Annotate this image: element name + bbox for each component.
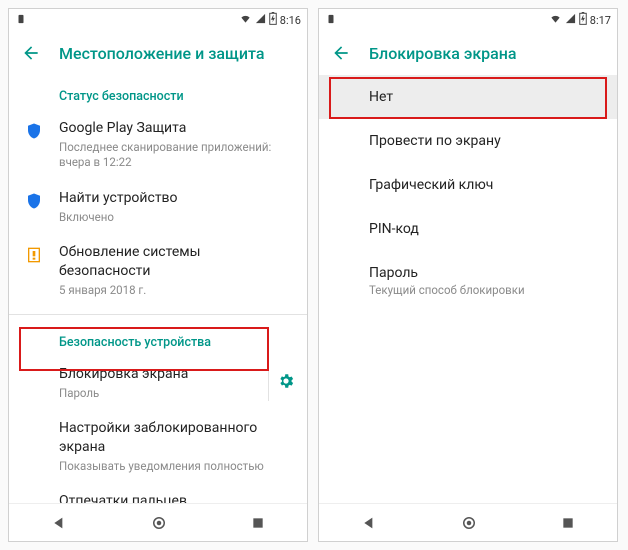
battery-icon	[579, 12, 587, 28]
warning-icon	[26, 245, 42, 269]
clock-text: 8:17	[590, 14, 611, 27]
option-label: Пароль	[369, 265, 601, 281]
settings-list[interactable]: Статус безопасности Google Play Защита П…	[9, 75, 307, 503]
row-title: Найти устройство	[59, 189, 295, 208]
row-title: Обновление системы безопасности	[59, 243, 295, 281]
nav-recent-icon[interactable]	[561, 516, 575, 530]
row-subtitle: Включено	[59, 210, 295, 226]
shield-icon	[25, 191, 43, 215]
signal-icon	[565, 13, 576, 27]
option-label: Провести по экрану	[369, 133, 501, 149]
row-title: Google Play Защита	[59, 119, 295, 138]
option-label: Графический ключ	[369, 177, 493, 193]
highlight-annotation	[19, 327, 269, 371]
clock-text: 8:16	[280, 14, 301, 27]
nav-home-icon[interactable]	[460, 514, 478, 532]
option-label: PIN-код	[369, 221, 419, 237]
signal-icon	[255, 13, 266, 27]
row-subtitle: Последнее сканирование приложений: вчера…	[59, 140, 295, 171]
wifi-icon	[239, 13, 252, 27]
nav-bar	[9, 503, 307, 541]
option-pattern[interactable]: Графический ключ	[319, 163, 617, 207]
option-password[interactable]: Пароль Текущий способ блокировки	[319, 251, 617, 311]
row-subtitle: 5 января 2018 г.	[59, 283, 295, 299]
lock-options-list[interactable]: Нет Провести по экрану Графический ключ …	[319, 75, 617, 503]
nav-recent-icon[interactable]	[251, 516, 265, 530]
status-bar: 8:17	[319, 9, 617, 31]
row-title: Настройки заблокированного экрана	[59, 419, 295, 457]
row-subtitle: Пароль	[59, 386, 254, 402]
phone-left: 8:16 Местоположение и защита Статус безо…	[8, 8, 308, 542]
nav-home-icon[interactable]	[150, 514, 168, 532]
row-security-update[interactable]: Обновление системы безопасности 5 января…	[9, 234, 307, 307]
page-title: Блокировка экрана	[369, 44, 517, 63]
row-find-device[interactable]: Найти устройство Включено	[9, 180, 307, 234]
status-bar: 8:16	[9, 9, 307, 31]
battery-icon	[269, 12, 277, 28]
sim-icon	[15, 14, 27, 27]
page-title: Местоположение и защита	[59, 44, 265, 63]
sim-icon	[325, 14, 337, 27]
row-fingerprint[interactable]: Отпечатки пальцев	[9, 483, 307, 503]
row-subtitle: Показывать уведомления полностью	[59, 459, 295, 475]
phone-right: 8:17 Блокировка экрана Нет Провести по э…	[318, 8, 618, 542]
option-pin[interactable]: PIN-код	[319, 207, 617, 251]
row-play-protect[interactable]: Google Play Защита Последнее сканировани…	[9, 110, 307, 180]
shield-icon	[25, 121, 43, 145]
app-bar: Блокировка экрана	[319, 31, 617, 75]
nav-back-icon[interactable]	[361, 515, 377, 531]
row-title: Отпечатки пальцев	[59, 492, 295, 503]
app-bar: Местоположение и защита	[9, 31, 307, 75]
divider	[9, 314, 307, 315]
screen-lock-settings-button[interactable]	[268, 365, 295, 401]
option-sublabel: Текущий способ блокировки	[369, 283, 601, 297]
row-lockscreen-prefs[interactable]: Настройки заблокированного экрана Показы…	[9, 410, 307, 483]
nav-bar	[319, 503, 617, 541]
section-header-security-status: Статус безопасности	[9, 75, 307, 110]
wifi-icon	[549, 13, 562, 27]
highlight-annotation	[329, 77, 607, 119]
option-swipe[interactable]: Провести по экрану	[319, 119, 617, 163]
nav-back-icon[interactable]	[51, 515, 67, 531]
back-arrow-icon[interactable]	[331, 43, 351, 63]
gear-icon	[277, 372, 295, 394]
back-arrow-icon[interactable]	[21, 43, 41, 63]
